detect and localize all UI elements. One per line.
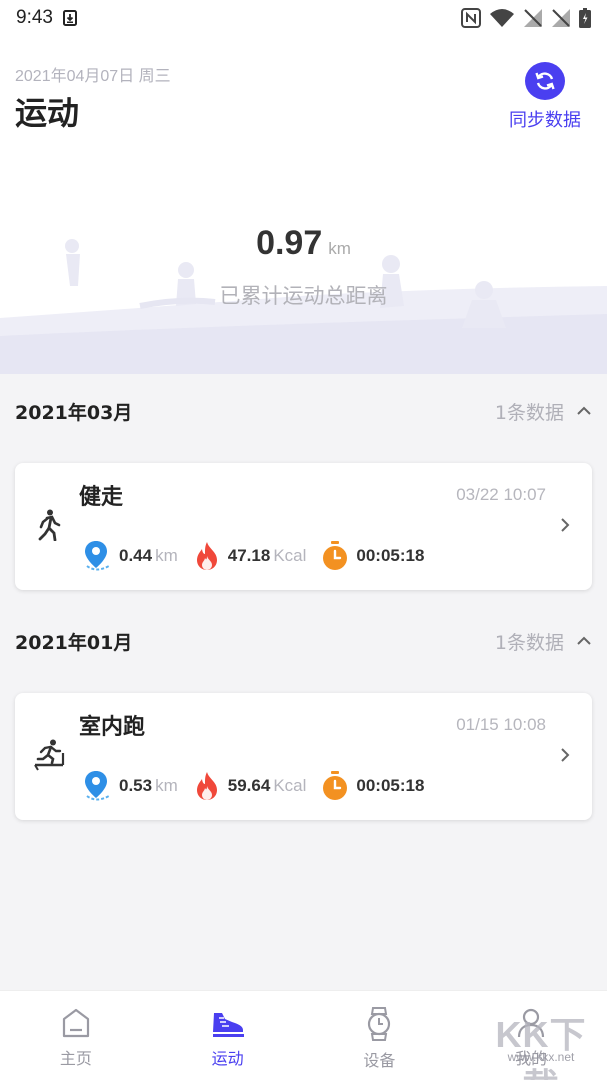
activity-name: 健走 (79, 485, 124, 510)
total-distance-value: 0.97 (256, 224, 323, 262)
location-pin-icon (85, 771, 110, 801)
watermark-url: www.kkx.net (507, 1050, 575, 1064)
distance-unit: km (155, 776, 178, 795)
watermark-text: KK下载 (495, 1014, 587, 1080)
battery-icon (579, 8, 591, 28)
distance-value: 0.53 (119, 776, 153, 795)
shoe-icon (212, 1013, 244, 1037)
signal-off-icon (523, 8, 543, 28)
fire-icon (196, 542, 217, 570)
chevron-right-icon[interactable] (560, 747, 570, 767)
fire-icon (196, 772, 217, 800)
nav-sport-label: 运动 (211, 1049, 244, 1068)
nav-sport[interactable]: 运动 (152, 991, 304, 1080)
duration-metric: 00:05:18 (322, 771, 424, 801)
chevron-up-icon[interactable] (576, 636, 592, 646)
calories-value: 47.18 (227, 546, 271, 565)
status-time: 9:43 (16, 7, 53, 28)
watch-icon (368, 1007, 391, 1041)
page-title: 运动 (15, 94, 80, 132)
activity-card[interactable]: 室内跑 01/15 10:08 0.53 km 59.64 Kcal 00:05… (15, 693, 592, 820)
month-record-count: 1条数据 (494, 401, 564, 424)
month-header[interactable]: 2021年01月 1条数据 (0, 604, 607, 678)
distance-unit: km (155, 546, 178, 565)
status-bar: 9:43 (0, 0, 607, 36)
activity-metrics: 0.44 km 47.18 Kcal 00:05:18 (83, 539, 440, 573)
nav-home-label: 主页 (59, 1049, 92, 1068)
activity-card[interactable]: 健走 03/22 10:07 0.44 km 47.18 Kcal 00:05:… (15, 463, 592, 590)
distance-metric: 0.44 km (83, 540, 178, 572)
walking-icon (37, 509, 61, 545)
stopwatch-icon (323, 541, 348, 570)
calories-unit: Kcal (273, 776, 307, 795)
sync-data-button[interactable]: 同步数据 (505, 62, 585, 132)
activity-time: 01/15 10:08 (456, 715, 546, 734)
download-icon (62, 10, 77, 26)
location-pin-icon (85, 541, 110, 571)
distance-value: 0.44 (119, 546, 153, 565)
home-icon (62, 1008, 89, 1038)
total-distance: 0.97 km (0, 224, 607, 263)
calories-value: 59.64 (227, 776, 271, 795)
month-title: 2021年01月 (15, 631, 133, 654)
sync-data-label: 同步数据 (509, 110, 581, 131)
nav-device-label: 设备 (363, 1051, 396, 1070)
wifi-icon (489, 8, 515, 28)
month-record-count: 1条数据 (494, 631, 564, 654)
duration-value: 00:05:18 (356, 776, 425, 795)
month-title: 2021年03月 (15, 401, 133, 424)
nav-home[interactable]: 主页 (0, 991, 152, 1080)
signal-off-icon (551, 8, 571, 28)
chevron-right-icon[interactable] (560, 517, 570, 537)
activity-metrics: 0.53 km 59.64 Kcal 00:05:18 (83, 769, 440, 803)
activity-time: 03/22 10:07 (456, 485, 546, 504)
treadmill-icon (33, 739, 65, 775)
total-distance-unit: km (328, 239, 351, 258)
current-date: 2021年04月07日 周三 (15, 68, 171, 85)
watermark: KK下载 www.kkx.net (481, 1006, 601, 1080)
nav-device[interactable]: 设备 (304, 991, 456, 1080)
header-panel: 2021年04月07日 周三 运动 同步数据 0.97 km 已累计运动总距离 (0, 36, 607, 374)
calories-metric: 47.18 Kcal (194, 541, 307, 571)
duration-value: 00:05:18 (356, 546, 425, 565)
chevron-up-icon[interactable] (576, 406, 592, 416)
calories-unit: Kcal (273, 546, 307, 565)
month-header[interactable]: 2021年03月 1条数据 (0, 374, 607, 448)
distance-metric: 0.53 km (83, 770, 178, 802)
calories-metric: 59.64 Kcal (194, 771, 307, 801)
activity-name: 室内跑 (79, 715, 146, 740)
total-distance-caption: 已累计运动总距离 (219, 284, 388, 308)
sync-icon (525, 62, 565, 100)
stopwatch-icon (323, 771, 348, 800)
duration-metric: 00:05:18 (322, 541, 424, 571)
nfc-icon (461, 8, 481, 28)
